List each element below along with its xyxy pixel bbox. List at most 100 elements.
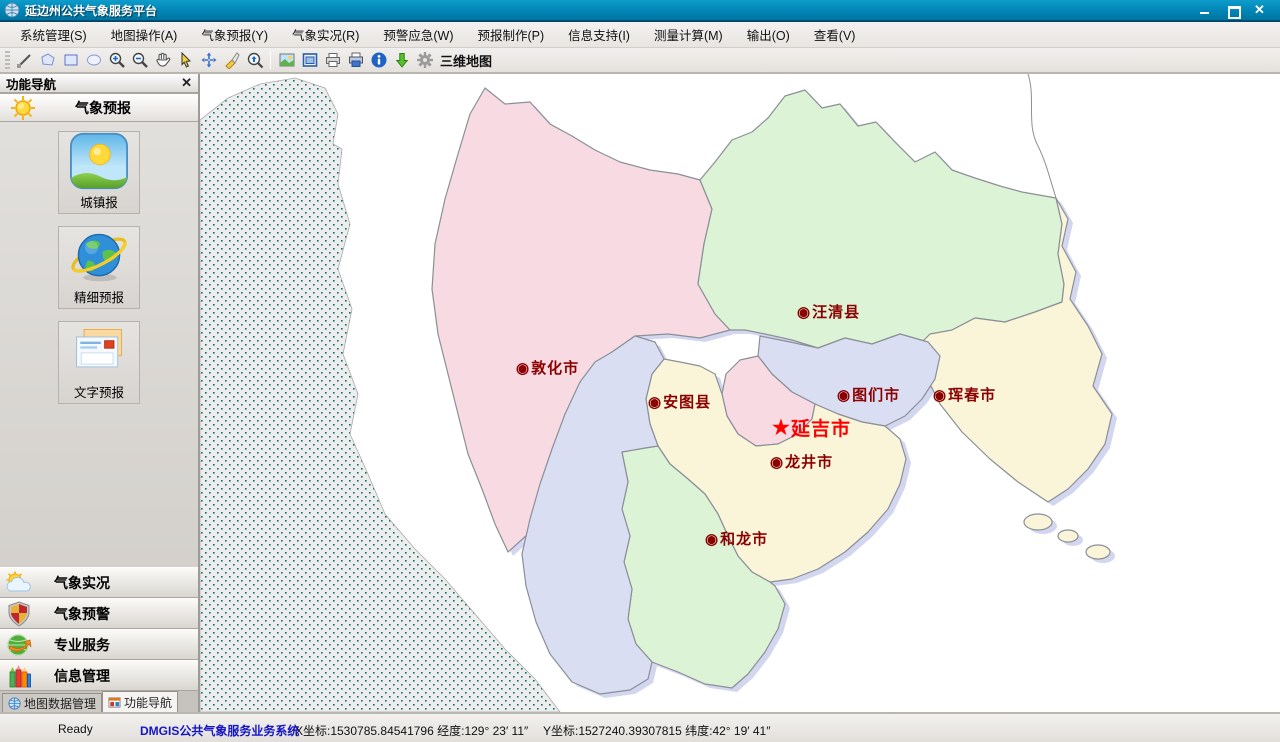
town-forecast-label: 城镇报 <box>80 192 118 211</box>
close-button[interactable]: ✕ <box>1254 4 1268 16</box>
map-label-antu: ◉安图县 <box>648 391 711 412</box>
nav-item-weather-warning[interactable]: 气象预警 <box>0 598 198 629</box>
nav-label: 气象实况 <box>54 573 110 593</box>
sidebar-header: 功能导航 ✕ <box>0 74 198 93</box>
polygon-tool-icon[interactable] <box>36 49 59 71</box>
status-x-coordinate: X坐标:1530785.84541796 经度:129° 23′ 11″ <box>295 722 528 739</box>
sidebar-tab-bar: 地图数据管理 功能导航 <box>0 691 198 712</box>
map-label-dunhua: ◉敦化市 <box>516 357 579 378</box>
globe-tab-icon <box>8 697 21 710</box>
menu-warning[interactable]: 预警应急(W) <box>371 21 465 48</box>
info-icon[interactable] <box>367 49 390 71</box>
nav-item-live-weather[interactable]: 气象实况 <box>0 567 198 598</box>
island <box>1086 545 1110 559</box>
function-nav-panel: 功能导航 ✕ 气象预报 <box>0 74 200 712</box>
status-y-coordinate: Y坐标:1527240.39307815 纬度:42° 19′ 41″ <box>543 722 770 739</box>
brush-clear-icon[interactable] <box>220 49 243 71</box>
title-bar: 延边州公共气象服务平台 ✕ <box>0 0 1280 22</box>
toolbar-grip[interactable] <box>5 51 10 69</box>
status-bar: Ready DMGIS公共气象服务业务系统 X坐标:1530785.845417… <box>0 712 1280 742</box>
fine-forecast-label: 精细预报 <box>74 287 124 306</box>
zoom-out-icon[interactable] <box>128 49 151 71</box>
minimize-button[interactable] <box>1198 4 1212 16</box>
fine-forecast-button[interactable]: 精细预报 <box>58 226 140 309</box>
fine-forecast-globe-icon <box>68 227 130 285</box>
status-ready: Ready <box>58 722 93 736</box>
city-marker-icon: ◉ <box>797 303 811 321</box>
status-system-name: DMGIS公共气象服务业务系统 <box>140 722 299 739</box>
nav-item-professional-service[interactable]: 专业服务 <box>0 629 198 660</box>
section-weather-forecast[interactable]: 气象预报 <box>0 93 198 122</box>
town-forecast-button[interactable]: 城镇报 <box>58 131 140 214</box>
nav-label: 气象预警 <box>54 604 110 624</box>
map-label-yanji: ★延吉市 <box>772 414 851 441</box>
menu-bar: 系统管理(S) 地图操作(A) 气象预报(Y) 气象实况(R) 预警应急(W) … <box>0 22 1280 48</box>
map-viewport[interactable]: ◉敦化市 ◉安图县 ◉汪清县 ◉图们市 ◉珲春市 ★延吉市 ◉龙井市 ◉和龙市 <box>200 74 1280 712</box>
city-marker-icon: ◉ <box>516 359 530 377</box>
window-title: 延边州公共气象服务平台 <box>25 2 157 19</box>
city-marker-icon: ◉ <box>705 530 719 548</box>
menu-forecast[interactable]: 气象预报(Y) <box>189 21 280 48</box>
globe-arrow-icon <box>0 632 38 658</box>
menu-forecast-making[interactable]: 预报制作(P) <box>466 21 557 48</box>
text-forecast-label: 文字预报 <box>74 382 124 401</box>
map-label-tumen: ◉图们市 <box>837 384 900 405</box>
map-label-wangqing: ◉汪清县 <box>797 301 860 322</box>
sidebar-title: 功能导航 <box>6 74 56 93</box>
city-marker-icon: ◉ <box>648 393 662 411</box>
capital-star-icon: ★ <box>772 415 791 440</box>
tool-bar: 三维地图 <box>0 48 1280 74</box>
menu-output[interactable]: 输出(O) <box>735 21 802 48</box>
menu-measure[interactable]: 测量计算(M) <box>642 21 735 48</box>
town-forecast-icon <box>68 132 130 190</box>
map-label-helong: ◉和龙市 <box>705 528 768 549</box>
download-arrow-icon[interactable] <box>390 49 413 71</box>
section-title: 气象预报 <box>38 98 168 118</box>
settings-gear-icon[interactable] <box>413 49 436 71</box>
print-preview-icon[interactable] <box>344 49 367 71</box>
island <box>1024 514 1052 530</box>
sun-cloud-icon <box>0 571 38 595</box>
pan-hand-icon[interactable] <box>151 49 174 71</box>
print-icon[interactable] <box>321 49 344 71</box>
map-label-longjing: ◉龙井市 <box>770 451 833 472</box>
city-marker-icon: ◉ <box>837 386 851 404</box>
menu-info-support[interactable]: 信息支持(I) <box>556 21 642 48</box>
city-marker-icon: ◉ <box>770 453 784 471</box>
tab-label: 地图数据管理 <box>24 695 96 712</box>
window-panel-icon[interactable] <box>298 49 321 71</box>
tab-function-nav[interactable]: 功能导航 <box>102 691 178 712</box>
zoom-in-icon[interactable] <box>105 49 128 71</box>
toolbar-separator <box>270 51 271 69</box>
sun-icon <box>8 95 38 121</box>
maximize-button[interactable] <box>1226 4 1240 16</box>
move-tool-icon[interactable] <box>197 49 220 71</box>
nav-label: 专业服务 <box>54 635 110 655</box>
sidebar-close-icon[interactable]: ✕ <box>181 75 192 91</box>
tab-label: 功能导航 <box>124 694 172 711</box>
shield-icon <box>0 601 38 627</box>
app-globe-icon <box>4 2 20 18</box>
nav-item-info-management[interactable]: 信息管理 <box>0 660 198 691</box>
map-label-hunchun: ◉珲春市 <box>933 384 996 405</box>
select-arrow-icon[interactable] <box>174 49 197 71</box>
nav-label: 信息管理 <box>54 666 110 686</box>
menu-live-weather[interactable]: 气象实况(R) <box>280 21 371 48</box>
text-forecast-icon <box>68 322 130 380</box>
menu-view[interactable]: 查看(V) <box>802 21 868 48</box>
text-forecast-button[interactable]: 文字预报 <box>58 321 140 404</box>
city-marker-icon: ◉ <box>933 386 947 404</box>
pencils-icon <box>0 663 38 689</box>
island <box>1058 530 1078 542</box>
menu-map-ops[interactable]: 地图操作(A) <box>99 21 190 48</box>
rectangle-tool-icon[interactable] <box>59 49 82 71</box>
map-image-icon[interactable] <box>275 49 298 71</box>
tab-map-data-management[interactable]: 地图数据管理 <box>2 693 102 712</box>
window-tab-icon <box>108 696 121 709</box>
ellipse-tool-icon[interactable] <box>82 49 105 71</box>
map-3d-button[interactable]: 三维地图 <box>440 51 492 70</box>
zoom-extent-icon[interactable] <box>243 49 266 71</box>
menu-system[interactable]: 系统管理(S) <box>8 21 99 48</box>
line-tool-icon[interactable] <box>13 49 36 71</box>
map-canvas[interactable] <box>200 74 1280 712</box>
